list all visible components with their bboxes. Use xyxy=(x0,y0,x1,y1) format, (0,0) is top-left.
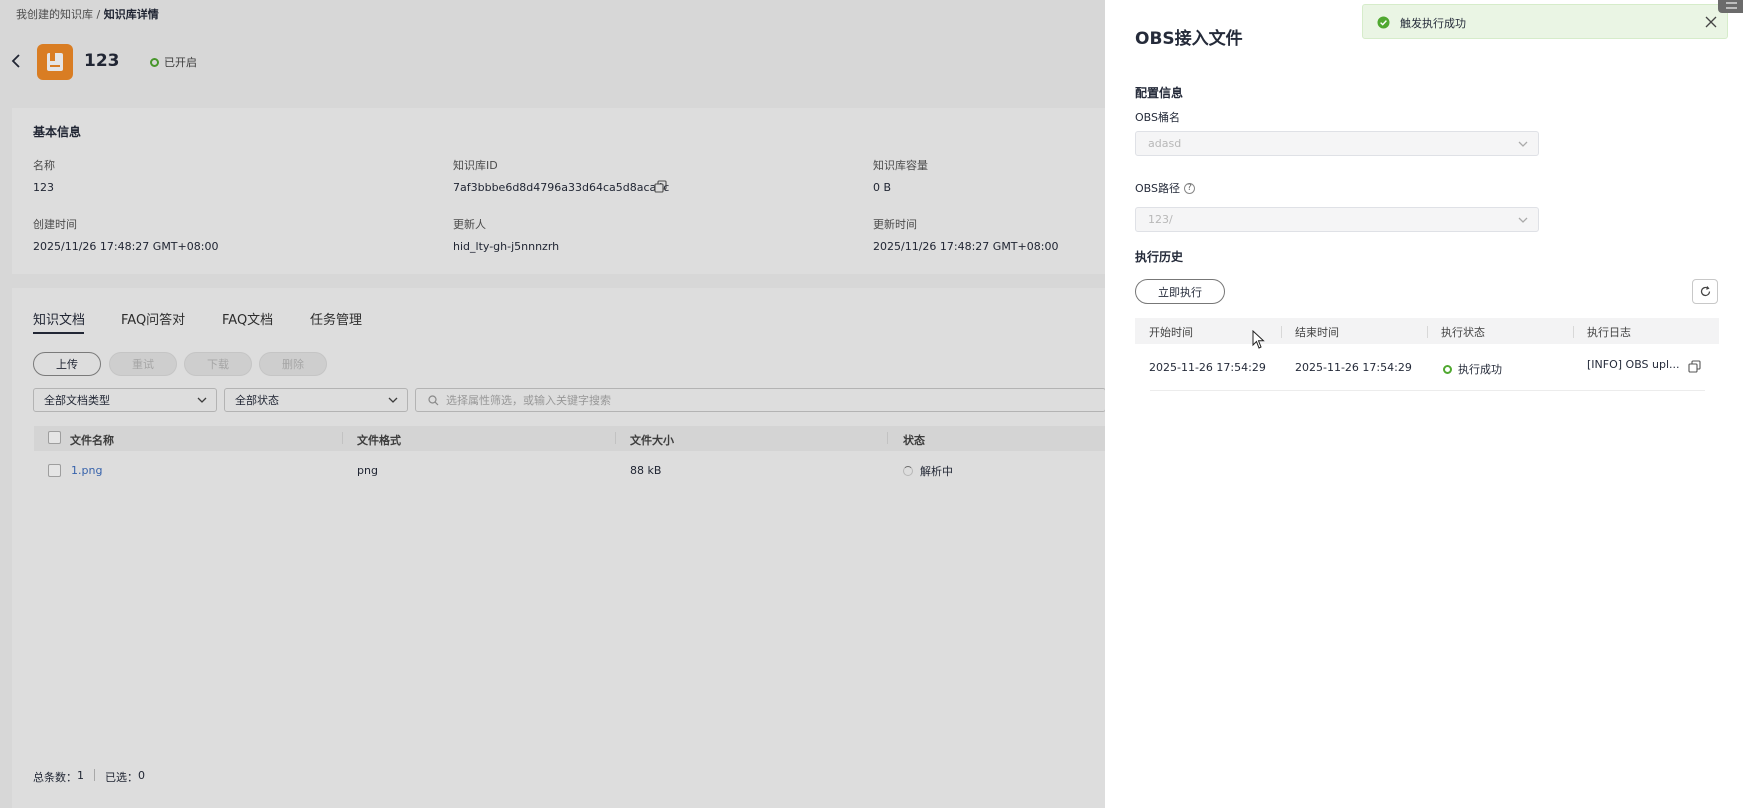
column-separator xyxy=(1427,326,1428,338)
drawer-title: OBS接入文件 xyxy=(1135,29,1243,49)
history-status-text: 执行成功 xyxy=(1458,363,1502,376)
column-separator xyxy=(1281,326,1282,338)
help-icon[interactable]: ? xyxy=(1184,182,1195,194)
history-start-time: 2025-11-26 17:54:29 xyxy=(1149,361,1266,374)
history-log: [INFO] OBS upl... xyxy=(1587,358,1680,371)
run-now-button[interactable]: 立即执行 xyxy=(1135,279,1225,304)
chevron-down-icon xyxy=(1518,141,1528,147)
menu-icon[interactable] xyxy=(1718,0,1743,13)
bucket-select-value: adasd xyxy=(1148,137,1182,150)
mouse-cursor-icon xyxy=(1252,329,1266,353)
history-row-divider xyxy=(1150,390,1705,391)
success-check-icon xyxy=(1377,16,1390,29)
bucket-select[interactable]: adasd xyxy=(1135,131,1539,156)
obs-drawer xyxy=(1105,0,1743,808)
close-icon[interactable] xyxy=(1705,16,1717,28)
config-section-title: 配置信息 xyxy=(1135,86,1184,100)
bucket-label: OBS桶名 xyxy=(1135,111,1180,124)
modal-overlay[interactable] xyxy=(0,0,1105,808)
column-separator xyxy=(1573,326,1574,338)
refresh-icon xyxy=(1700,286,1711,297)
history-status: 执行成功 xyxy=(1443,361,1502,377)
history-col-log: 执行日志 xyxy=(1587,326,1631,339)
refresh-button[interactable] xyxy=(1692,279,1718,304)
history-end-time: 2025-11-26 17:54:29 xyxy=(1295,361,1412,374)
path-select[interactable]: 123/ xyxy=(1135,207,1539,232)
path-select-value: 123/ xyxy=(1148,213,1173,226)
history-col-start: 开始时间 xyxy=(1149,326,1193,339)
success-toast: 触发执行成功 xyxy=(1362,4,1728,39)
history-col-status: 执行状态 xyxy=(1441,326,1485,339)
copy-log-icon[interactable] xyxy=(1688,360,1702,374)
history-col-end: 结束时间 xyxy=(1295,326,1339,339)
toast-message: 触发执行成功 xyxy=(1400,17,1466,30)
success-dot-icon xyxy=(1443,364,1452,374)
path-label-row: OBS路径 ? xyxy=(1135,180,1195,196)
chevron-down-icon xyxy=(1518,217,1528,223)
path-label: OBS路径 xyxy=(1135,182,1180,195)
knowledge-base-detail-page: 我创建的知识库 / 知识库详情 123 已开启 基本信息 名称 123 知识库I… xyxy=(0,0,1743,808)
history-section-title: 执行历史 xyxy=(1135,250,1184,264)
